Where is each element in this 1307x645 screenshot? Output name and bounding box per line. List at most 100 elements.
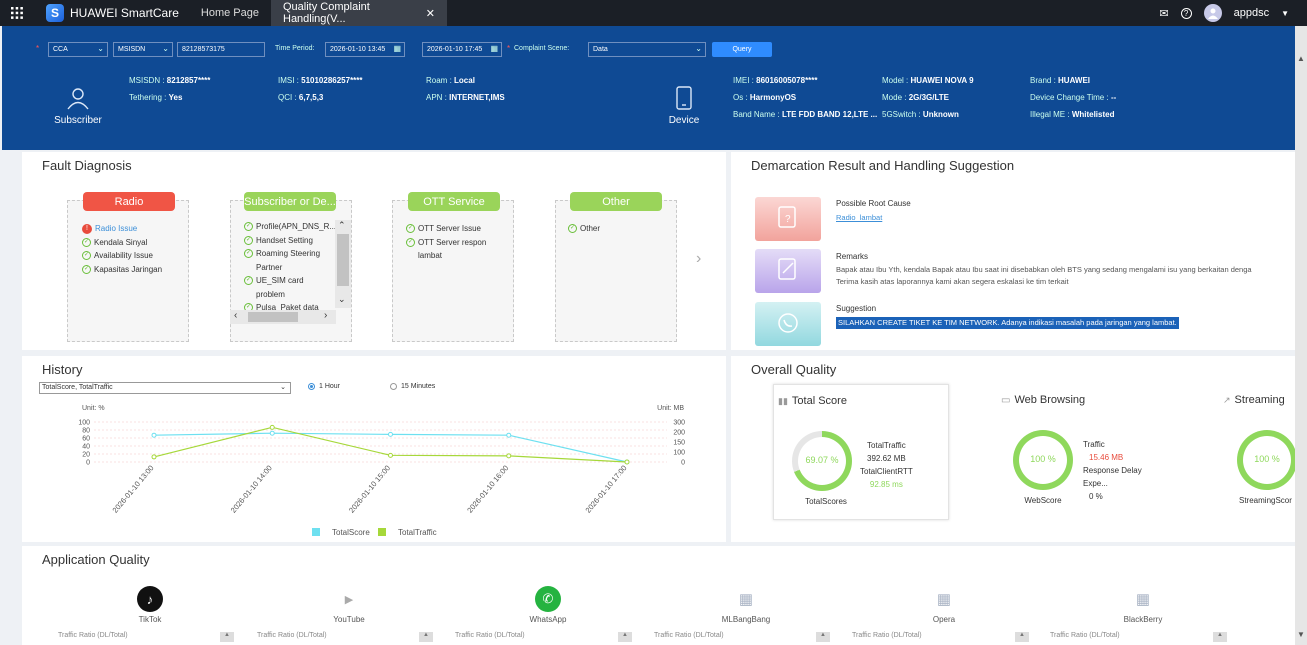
root-cause-link[interactable]: Radio_lambat: [836, 212, 882, 224]
app-name: MLBangBang: [721, 615, 771, 624]
scroll-down-icon[interactable]: ▼: [1297, 630, 1305, 639]
subscriber-header[interactable]: Subscriber or De...: [244, 192, 336, 211]
chevron-down-icon: ⌄: [695, 44, 702, 53]
app-tiktok[interactable]: ♪ TikTok: [120, 586, 180, 624]
other-header[interactable]: Other: [570, 192, 662, 211]
info-value: Unknown: [922, 110, 959, 119]
complaint-scene-select[interactable]: Data ⌄: [588, 42, 706, 57]
overall-quality-panel: Overall Quality ▮▮ Total Score 69.07 % T…: [731, 356, 1295, 542]
msisdn-input[interactable]: 82128573175: [177, 42, 265, 57]
fault-item-label: Other: [580, 224, 601, 233]
chevron-right-icon[interactable]: ›: [696, 250, 701, 268]
card-head: ▮▮ Total Score: [778, 395, 847, 407]
chevron-up-icon[interactable]: ▲: [419, 632, 433, 642]
horizontal-scrollbar[interactable]: ‹ ›: [230, 310, 336, 324]
fault-item-label: Kapasitas Jaringan: [94, 264, 163, 274]
help-icon[interactable]: ?: [1180, 7, 1192, 19]
bar-chart-icon: ▮▮: [778, 395, 788, 406]
time-period-label: Time Period:: [275, 45, 315, 52]
time-to-input[interactable]: 2026-01-10 17:45 ▦: [422, 42, 502, 57]
time-from-input[interactable]: 2026-01-10 13:45 ▦: [325, 42, 405, 57]
info-key: Tethering :: [129, 93, 167, 102]
ott-header[interactable]: OTT Service: [408, 192, 500, 211]
chevron-down-icon: ⌄: [162, 44, 169, 53]
card-title: Total Score: [791, 395, 847, 407]
y-tick-left: 80: [82, 428, 90, 435]
tab-label: Quality Complaint Handling(V...: [283, 1, 370, 25]
y-tick-left: 40: [82, 444, 90, 451]
page-scrollbar[interactable]: ▲ ▼: [1295, 26, 1307, 645]
fault-diagnosis-panel: Fault Diagnosis Radio ! Radio Issue ✓ Kend…: [22, 152, 726, 350]
tab-quality-complaint[interactable]: Quality Complaint Handling(V... ✕: [271, 0, 447, 26]
scroll-thumb[interactable]: [337, 234, 349, 286]
info-value: LTE FDD BAND 12,LTE ...: [781, 110, 878, 119]
chevron-left-icon[interactable]: ‹: [234, 310, 237, 321]
web-browsing-card[interactable]: ▭ Web Browsing 100 % WebScore Traffic 15…: [977, 384, 1167, 520]
traffic-ratio-label: Traffic Ratio (DL/Total): [58, 632, 128, 639]
data-point-TotalTraffic: [506, 453, 512, 459]
y-tick-right: 300: [673, 420, 685, 427]
fault-item[interactable]: ✓ OTT Server Issue: [406, 222, 486, 236]
root-cause-icon: ?: [755, 197, 821, 241]
chevron-up-icon[interactable]: ▲: [618, 632, 632, 642]
scroll-up-icon[interactable]: ▲: [1297, 54, 1305, 63]
fault-item[interactable]: ✓ Other: [568, 222, 600, 236]
total-score-card[interactable]: ▮▮ Total Score 69.07 % TotalScores Total…: [773, 384, 949, 520]
info-key: Brand :: [1030, 76, 1056, 85]
x-tick-label: 2026-01-10 16:00: [465, 464, 510, 515]
y-tick-right: 200: [673, 430, 685, 437]
app-blackberry[interactable]: ▦ BlackBerry: [1113, 586, 1173, 624]
tab-home-page[interactable]: Home Page: [189, 0, 271, 26]
chevron-up-icon[interactable]: ▲: [1213, 632, 1227, 642]
metric-value: 392.62 MB: [867, 454, 906, 463]
user-name[interactable]: appdsc: [1234, 7, 1269, 19]
user-avatar[interactable]: [1203, 4, 1222, 22]
metric-value: 15.46 MB: [1089, 453, 1124, 462]
subscriber-block: Subscriber: [50, 86, 106, 126]
info-key: Device Change Time :: [1030, 93, 1109, 102]
streaming-card[interactable]: ↗ Streaming 100 % StreamingScor: [1199, 384, 1295, 520]
device-label: Device: [668, 115, 700, 126]
radio-header[interactable]: Radio: [83, 192, 175, 211]
close-tab-icon[interactable]: ✕: [426, 7, 435, 20]
streaming-score-value: 100 %: [1254, 454, 1280, 464]
app-name: YouTube: [333, 615, 365, 624]
required-mark: *: [507, 44, 511, 53]
info-model: Model : HUAWEI NOVA 9: [882, 76, 974, 85]
vertical-scrollbar[interactable]: ⌃ ⌄: [335, 220, 351, 308]
app-opera[interactable]: ▦ Opera: [914, 586, 974, 624]
fault-item[interactable]: ✓ Kendala Sinyal: [82, 236, 162, 250]
chevron-down-icon[interactable]: ⌄: [338, 294, 346, 305]
app-whatsapp[interactable]: ✆ WhatsApp: [518, 586, 578, 624]
chevron-up-icon[interactable]: ⌃: [338, 220, 346, 231]
app-mlbangbang[interactable]: ▦ MLBangBang: [716, 586, 776, 624]
chevron-up-icon[interactable]: ▲: [1015, 632, 1029, 642]
chevron-up-icon[interactable]: ▲: [220, 632, 234, 642]
metric-value: 0 %: [1089, 492, 1103, 501]
check-icon: ✓: [406, 224, 415, 234]
app-youtube[interactable]: ▶ YouTube: [319, 586, 379, 625]
apps-grid-icon[interactable]: [0, 0, 34, 26]
info-band: Band Name : LTE FDD BAND 12,LTE ...: [733, 110, 877, 119]
info-value: 2G/3G/LTE: [908, 93, 950, 102]
fault-item[interactable]: ✓ Kapasitas Jaringan: [82, 263, 162, 277]
subscriber-banner: * CCA ⌄ MSISDN ⌄ 82128573175 Time Period: …: [2, 26, 1295, 150]
info-brand: Brand : HUAWEI: [1030, 76, 1090, 85]
id-type-select[interactable]: MSISDN ⌄: [113, 42, 173, 57]
mail-icon[interactable]: ✉: [1159, 7, 1168, 20]
chevron-up-icon[interactable]: ▲: [816, 632, 830, 642]
fault-item[interactable]: ✓ OTT Server respon: [406, 236, 486, 250]
fault-item-label: OTT Server Issue: [418, 224, 481, 233]
fault-item[interactable]: ✓ Availability Issue: [82, 249, 162, 263]
fault-item[interactable]: ! Radio Issue: [82, 222, 162, 236]
chevron-down-icon[interactable]: ▼: [1281, 9, 1289, 18]
area-select[interactable]: CCA ⌄: [48, 42, 108, 57]
check-icon: ✓: [568, 224, 577, 234]
complaint-scene-label: Complaint Scene:: [514, 45, 570, 52]
chevron-right-icon[interactable]: ›: [324, 310, 327, 321]
info-value: Whitelisted: [1071, 110, 1115, 119]
scroll-thumb[interactable]: [248, 312, 298, 322]
query-button[interactable]: Query: [712, 42, 772, 57]
svg-text:?: ?: [785, 214, 791, 225]
info-value: HarmonyOS: [749, 93, 797, 102]
